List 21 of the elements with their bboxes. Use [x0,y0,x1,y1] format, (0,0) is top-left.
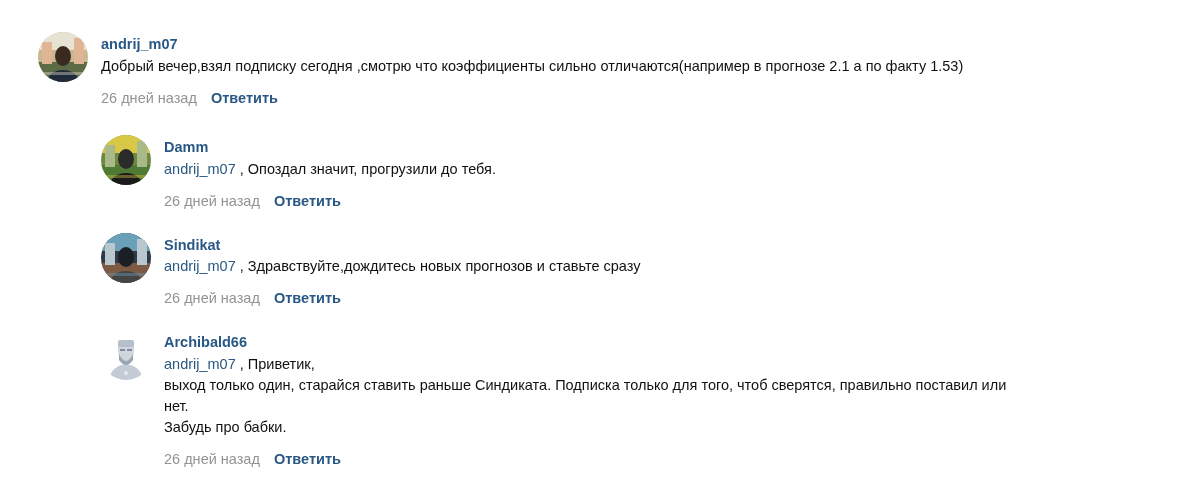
mention-link[interactable]: andrij_m07 [164,356,236,372]
timestamp: 26 дней назад [101,88,197,108]
reply-link[interactable]: Ответить [210,87,278,108]
mention-link[interactable]: andrij_m07 [164,160,236,177]
reply-link[interactable]: Ответить [273,449,341,469]
author-link[interactable]: Archibald66 [164,332,247,353]
timestamp: 26 дней назад [164,450,260,469]
mention-link[interactable]: andrij_m07 [164,258,236,275]
comment-text: andrij_m07 , Здравствуйте,дождитесь новых прогнозов и ставьте сразу [164,257,642,277]
timestamp: 26 дней назад [164,191,260,211]
comment-text: andrij_m07 , Опоздал значит, прогрузили до тебя. [164,159,497,179]
timestamp: 26 дней назад [164,289,260,309]
comment-text: andrij_m07 , Приветик, [164,355,316,374]
author-link[interactable]: Damm [164,136,209,157]
comment-text: выход только один, старайся ставить раньше Синдиката. Подписка только для того, чтоб сверятся, правильно поставил или нет. [164,376,1008,416]
comment-text: Забудь про бабки. [164,418,288,437]
author-link[interactable]: andrij_m07 [101,34,178,54]
author-link[interactable]: Sindikat [164,234,221,255]
comment-text: Добрый вечер,взял подписку сегодня ,смотрю что коэффициенты сильно отличаются(например в прогнозе 2.1 а по факту 1.53) [101,56,965,76]
reply-link[interactable]: Ответить [273,288,341,309]
reply-link[interactable]: Ответить [273,190,341,211]
